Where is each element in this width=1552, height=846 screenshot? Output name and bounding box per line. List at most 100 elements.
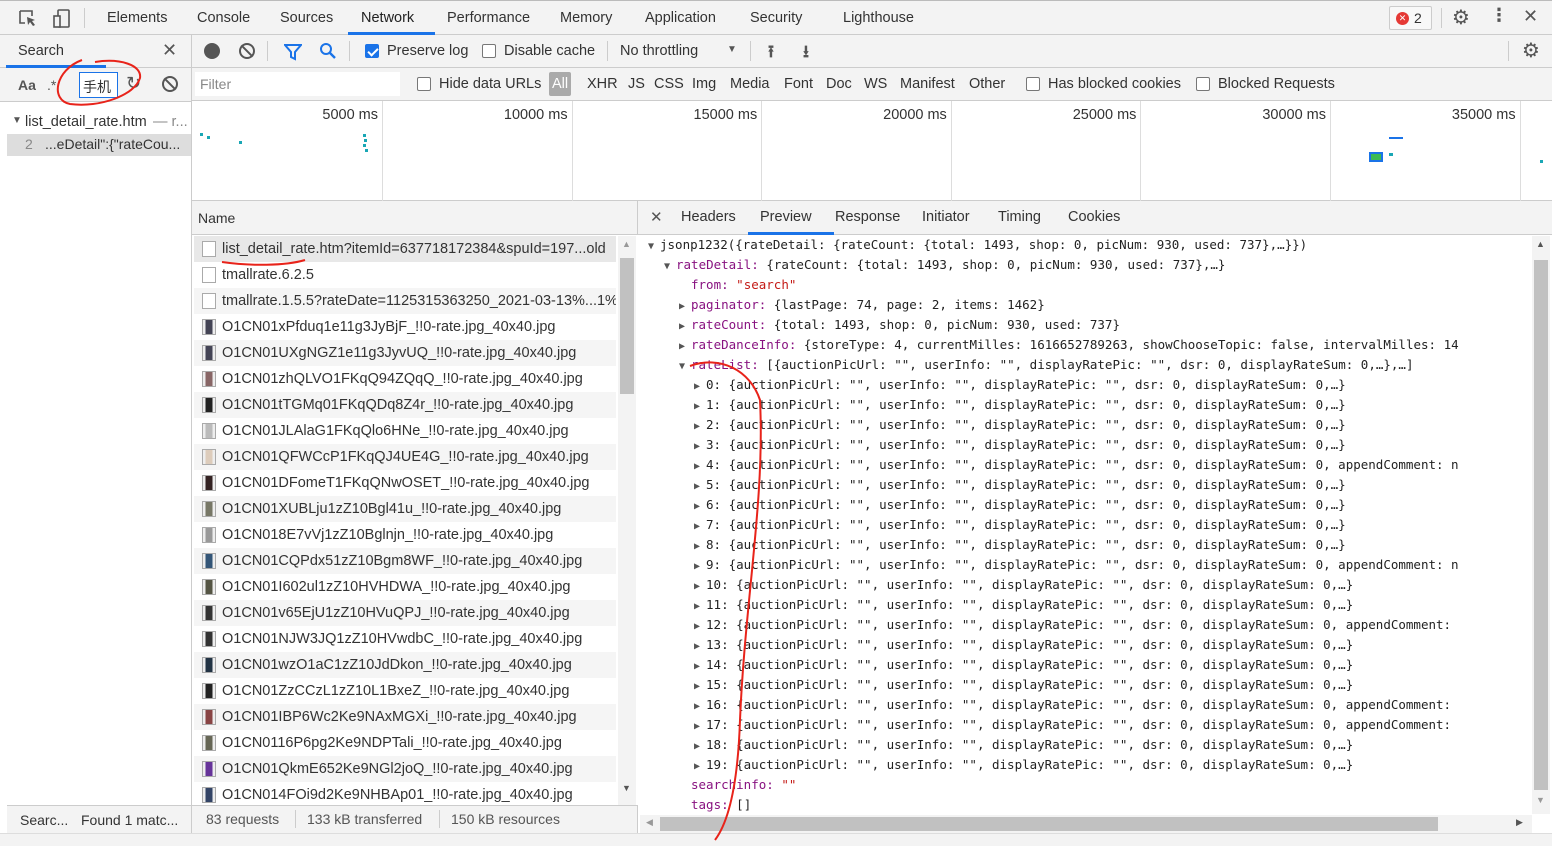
filter-icon[interactable]	[284, 43, 302, 61]
collapsed-arrow-icon[interactable]: ▶	[694, 557, 706, 577]
collapsed-arrow-icon[interactable]: ▶	[694, 597, 706, 617]
preview-vertical-scrollbar[interactable]: ▲ ▼	[1532, 236, 1550, 814]
request-row[interactable]: O1CN01DFomeT1FKqQNwOSET_!!0-rate.jpg_40x…	[194, 470, 616, 496]
type-filter-font[interactable]: Font	[784, 76, 813, 92]
regex-toggle[interactable]: .*	[47, 77, 56, 93]
collapsed-arrow-icon[interactable]: ▶	[694, 397, 706, 417]
match-case-toggle[interactable]: Aa	[18, 77, 36, 93]
type-filter-doc[interactable]: Doc	[826, 76, 852, 92]
tree-node[interactable]: ▶ 7: {auctionPicUrl: "", userInfo: "", di…	[694, 515, 1346, 535]
request-row[interactable]: O1CN01IBP6Wc2Ke9NAxMGXi_!!0-rate.jpg_40x…	[194, 704, 616, 730]
collapsed-arrow-icon[interactable]: ▶	[694, 737, 706, 757]
request-row[interactable]: O1CN01xPfduq1e11g3JyBjF_!!0-rate.jpg_40x…	[194, 314, 616, 340]
collapsed-arrow-icon[interactable]: ▶	[694, 437, 706, 457]
request-row[interactable]: O1CN01XUBLju1zZ10Bgl41u_!!0-rate.jpg_40x…	[194, 496, 616, 522]
settings-gear-icon[interactable]: ⚙	[1452, 5, 1470, 30]
request-row[interactable]: O1CN01JLAlaG1FKqQlo6HNe_!!0-rate.jpg_40x…	[194, 418, 616, 444]
tree-node[interactable]: ▶ 0: {auctionPicUrl: "", userInfo: "", di…	[694, 375, 1346, 395]
tree-node[interactable]: searchinfo: ""	[679, 775, 796, 795]
tree-node[interactable]: ▶ 19: {auctionPicUrl: "", userInfo: "", d…	[694, 755, 1353, 775]
type-filter-xhr[interactable]: XHR	[587, 76, 618, 92]
expanded-arrow-icon[interactable]: ▼	[664, 257, 676, 277]
collapsed-arrow-icon[interactable]: ▶	[694, 417, 706, 437]
blocked-requests-checkbox[interactable]	[1196, 77, 1210, 91]
tab-preview[interactable]: Preview	[760, 209, 812, 225]
timeline-overview[interactable]: 5000 ms 10000 ms 15000 ms 20000 ms 25000 ms 3…	[192, 101, 1552, 201]
type-filter-img[interactable]: Img	[692, 76, 716, 92]
search-icon[interactable]	[319, 42, 337, 60]
tree-node[interactable]: ▶ 11: {auctionPicUrl: "", userInfo: "", d…	[694, 595, 1353, 615]
tree-node[interactable]: ▶ rateDanceInfo: {storeType: 4, currentMi…	[679, 335, 1459, 355]
tab-response[interactable]: Response	[835, 209, 900, 225]
request-row[interactable]: O1CN01QFWCcP1FKqQJ4UE4G_!!0-rate.jpg_40x…	[194, 444, 616, 470]
clear-search-icon[interactable]	[162, 76, 178, 92]
request-list-scrollbar[interactable]: ▲ ▼	[618, 236, 636, 805]
type-filter-ws[interactable]: WS	[864, 76, 887, 92]
request-row[interactable]: O1CN01ZzCCzL1zZ10L1BxeZ_!!0-rate.jpg_40x…	[194, 678, 616, 704]
tree-node[interactable]: ▶ 9: {auctionPicUrl: "", userInfo: "", di…	[694, 555, 1459, 575]
tree-node[interactable]: ▶ 14: {auctionPicUrl: "", userInfo: "", d…	[694, 655, 1353, 675]
tree-node[interactable]: ▼ rateDetail: {rateCount: {total: 1493, s…	[664, 255, 1225, 275]
collapsed-arrow-icon[interactable]: ▶	[679, 317, 691, 337]
search-input[interactable]: 手机	[79, 72, 118, 98]
tab-cookies[interactable]: Cookies	[1068, 209, 1120, 225]
tree-node[interactable]: ▶ 4: {auctionPicUrl: "", userInfo: "", di…	[694, 455, 1459, 475]
tree-node[interactable]: ▶ 3: {auctionPicUrl: "", userInfo: "", di…	[694, 435, 1346, 455]
collapsed-arrow-icon[interactable]: ▶	[694, 457, 706, 477]
request-row[interactable]: O1CN01QkmE652Ke9NGl2joQ_!!0-rate.jpg_40x…	[194, 756, 616, 782]
tree-node[interactable]: ▼ rateList: [{auctionPicUrl: "", userInfo…	[679, 355, 1414, 375]
collapsed-arrow-icon[interactable]: ▶	[694, 757, 706, 777]
type-filter-css[interactable]: CSS	[654, 76, 684, 92]
request-row[interactable]: tmallrate.1.5.5?rateDate=1125315363250_2…	[194, 288, 616, 314]
export-har-icon[interactable]: ⭳	[803, 39, 809, 68]
tab-application[interactable]: Application	[645, 10, 716, 26]
type-filter-media[interactable]: Media	[730, 76, 770, 92]
tab-headers[interactable]: Headers	[681, 209, 736, 225]
search-result-match[interactable]: 2 ...eDetail":{"rateCou...	[7, 134, 191, 156]
collapsed-arrow-icon[interactable]: ▶	[694, 697, 706, 717]
collapsed-arrow-icon[interactable]: ▶	[694, 477, 706, 497]
clear-log-icon[interactable]	[239, 43, 255, 59]
tree-node[interactable]: tags: []	[679, 795, 751, 815]
inspect-element-icon[interactable]	[18, 9, 38, 29]
tree-node[interactable]: from: "search"	[679, 275, 796, 295]
tree-node[interactable]: ▶ 18: {auctionPicUrl: "", userInfo: "", d…	[694, 735, 1353, 755]
tab-elements[interactable]: Elements	[107, 10, 167, 26]
request-row[interactable]: O1CN01v65EjU1zZ10HVuQPJ_!!0-rate.jpg_40x…	[194, 600, 616, 626]
request-row[interactable]: O1CN01tTGMq01FKqQDq8Z4r_!!0-rate.jpg_40x…	[194, 392, 616, 418]
close-search-icon[interactable]: ✕	[162, 40, 177, 61]
tree-node[interactable]: ▶ 13: {auctionPicUrl: "", userInfo: "", d…	[694, 635, 1353, 655]
import-har-icon[interactable]: ⭱	[768, 39, 774, 68]
hide-data-urls-checkbox[interactable]	[417, 77, 431, 91]
tab-security[interactable]: Security	[750, 10, 802, 26]
record-icon[interactable]	[204, 43, 220, 59]
tree-node[interactable]: ▶ 8: {auctionPicUrl: "", userInfo: "", di…	[694, 535, 1346, 555]
preview-horizontal-scrollbar[interactable]: ◀ ▶	[640, 815, 1532, 833]
collapsed-arrow-icon[interactable]: ▶	[694, 637, 706, 657]
tab-network[interactable]: Network	[361, 10, 414, 26]
tree-node[interactable]: ▶ 5: {auctionPicUrl: "", userInfo: "", di…	[694, 475, 1346, 495]
request-row[interactable]: O1CN018E7vVj1zZ10Bglnjn_!!0-rate.jpg_40x…	[194, 522, 616, 548]
tree-node[interactable]: ▶ 2: {auctionPicUrl: "", userInfo: "", di…	[694, 415, 1346, 435]
request-row[interactable]: O1CN01zhQLVO1FKqQ94ZQqQ_!!0-rate.jpg_40x…	[194, 366, 616, 392]
type-filter-manifest[interactable]: Manifest	[900, 76, 955, 92]
collapsed-arrow-icon[interactable]: ▶	[694, 537, 706, 557]
error-badge[interactable]: ✕ 2	[1389, 6, 1432, 30]
throttling-select[interactable]: No throttling	[620, 43, 698, 59]
has-blocked-cookies-checkbox[interactable]	[1026, 77, 1040, 91]
type-filter-other[interactable]: Other	[969, 76, 1005, 92]
type-filter-js[interactable]: JS	[628, 76, 645, 92]
request-row[interactable]: O1CN01CQPdx51zZ10Bgm8WF_!!0-rate.jpg_40x…	[194, 548, 616, 574]
request-row[interactable]: O1CN01NJW3JQ1zZ10HVwdbC_!!0-rate.jpg_40x…	[194, 626, 616, 652]
tab-initiator[interactable]: Initiator	[922, 209, 970, 225]
collapsed-arrow-icon[interactable]: ▶	[694, 497, 706, 517]
tree-node[interactable]: ▶ 12: {auctionPicUrl: "", userInfo: "", d…	[694, 615, 1451, 635]
request-row[interactable]: list_detail_rate.htm?itemId=637718172384…	[194, 236, 616, 262]
close-devtools-icon[interactable]: ✕	[1523, 6, 1538, 27]
name-column-header[interactable]: Name	[192, 201, 638, 235]
tab-lighthouse[interactable]: Lighthouse	[843, 10, 914, 26]
device-toolbar-icon[interactable]	[52, 8, 72, 30]
collapsed-arrow-icon[interactable]: ▶	[694, 517, 706, 537]
tree-node[interactable]: ▶ 1: {auctionPicUrl: "", userInfo: "", di…	[694, 395, 1346, 415]
collapsed-arrow-icon[interactable]: ▶	[694, 677, 706, 697]
